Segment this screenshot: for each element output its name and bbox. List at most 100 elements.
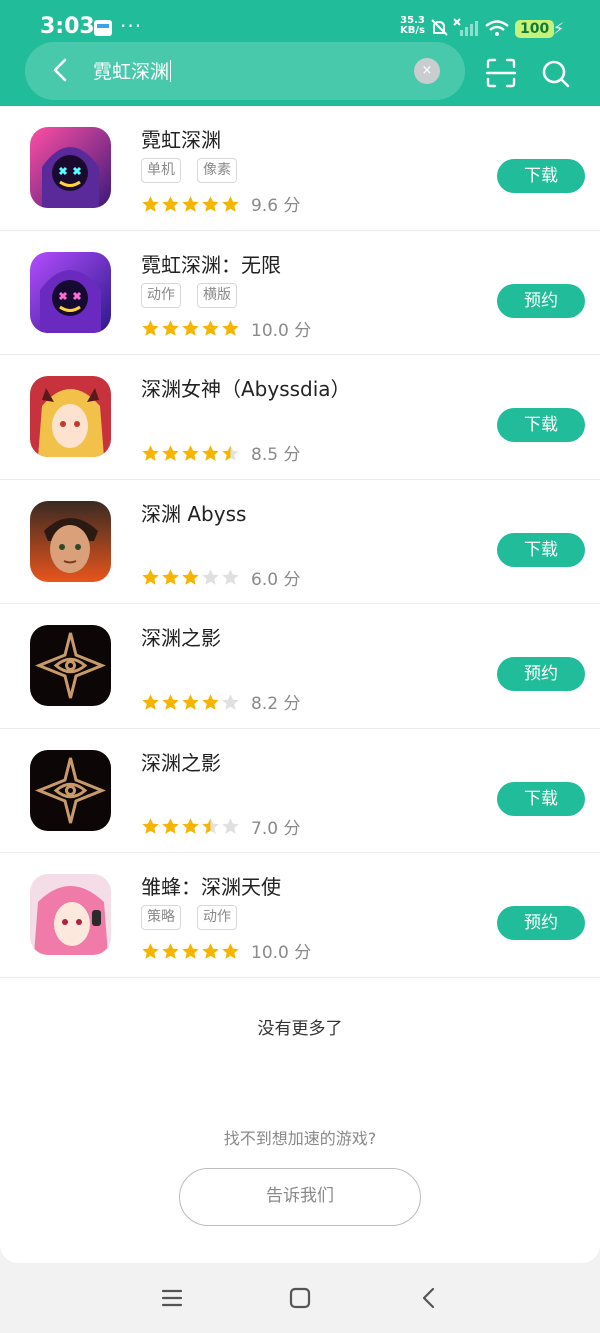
status-time: 3:03 xyxy=(40,14,95,39)
star-full-icon xyxy=(182,444,199,461)
clear-search-button[interactable]: × xyxy=(414,58,440,84)
list-item[interactable]: 深渊女神（Abyssdia） 8.5 分 下载 xyxy=(0,355,600,480)
message-icon xyxy=(94,20,112,36)
game-score: 8.2 分 xyxy=(251,694,301,714)
status-more-icon: ··· xyxy=(120,14,143,38)
game-rating: 10.0 分 xyxy=(141,316,311,341)
download-button[interactable]: 下载 xyxy=(497,532,585,567)
abyss-icon xyxy=(30,500,111,582)
game-score: 8.5 分 xyxy=(251,445,301,465)
star-rating xyxy=(141,816,241,836)
search-query: 霓虹深渊 xyxy=(93,61,170,83)
game-tag: 单机 xyxy=(141,158,181,183)
tell-us-button[interactable]: 告诉我们 xyxy=(179,1168,421,1226)
game-score: 7.0 分 xyxy=(251,818,301,839)
star-full-icon xyxy=(142,444,159,461)
reserve-button[interactable]: 预约 xyxy=(497,906,585,940)
abyss-shadow-icon xyxy=(30,749,111,831)
star-full-icon xyxy=(162,444,179,461)
star-full-icon xyxy=(182,320,199,336)
star-full-icon xyxy=(182,942,199,959)
no-more-text: 没有更多了 xyxy=(257,1019,343,1039)
list-item[interactable]: 深渊 Abyss 6.0 分 下载 xyxy=(0,480,600,604)
back-arrow-icon[interactable] xyxy=(45,54,77,86)
scan-icon[interactable] xyxy=(486,58,516,88)
mute-bell-icon xyxy=(431,19,448,36)
star-full-icon xyxy=(222,195,239,212)
download-button[interactable]: 下载 xyxy=(497,159,585,193)
reserve-button[interactable]: 预约 xyxy=(497,283,585,318)
star-full-icon xyxy=(162,693,179,710)
star-half-icon xyxy=(222,444,239,461)
star-full-icon xyxy=(222,942,239,959)
game-tags: 动作 横版 xyxy=(141,282,253,308)
game-tags: 策略 动作 xyxy=(141,905,253,930)
star-full-icon xyxy=(202,693,219,710)
download-button[interactable]: 下载 xyxy=(497,408,585,442)
search-input[interactable]: 霓虹深渊 xyxy=(93,57,172,84)
home-icon[interactable] xyxy=(289,1287,311,1309)
star-full-icon xyxy=(182,693,199,710)
game-rating: 7.0 分 xyxy=(141,814,300,839)
game-title: 雏蜂：深渊天使 xyxy=(141,875,281,899)
game-title: 霓虹深渊 xyxy=(141,128,221,152)
list-item[interactable]: 深渊之影 7.0 分 下载 xyxy=(0,729,600,853)
star-full-icon xyxy=(182,569,199,585)
game-tag: 策略 xyxy=(141,905,181,930)
list-item[interactable]: 深渊之影 8.2 分 预约 xyxy=(0,604,600,729)
abyssdia-icon xyxy=(30,376,111,457)
network-speed-unit: KB/s xyxy=(400,25,425,36)
star-full-icon xyxy=(142,942,159,959)
star-full-icon xyxy=(202,320,219,336)
star-full-icon xyxy=(222,320,239,336)
reserve-button[interactable]: 预约 xyxy=(497,657,585,691)
game-score: 10.0 分 xyxy=(251,320,312,341)
search-icon[interactable] xyxy=(540,58,572,90)
star-rating xyxy=(141,941,241,961)
star-full-icon xyxy=(142,320,159,336)
star-full-icon xyxy=(142,818,159,834)
game-rating: 9.6 分 xyxy=(141,191,300,216)
game-title: 深渊女神（Abyssdia） xyxy=(141,377,351,401)
not-found-text: 找不到想加速的游戏? xyxy=(223,1129,377,1148)
star-full-icon xyxy=(162,569,179,585)
download-button[interactable]: 下载 xyxy=(497,781,585,816)
game-tags: 单机 像素 xyxy=(141,158,253,183)
star-full-icon xyxy=(162,942,179,959)
game-tag: 动作 xyxy=(141,282,181,308)
star-full-icon xyxy=(202,942,219,959)
game-rating: 6.0 分 xyxy=(141,565,300,590)
menu-icon[interactable] xyxy=(161,1287,183,1309)
game-title: 深渊 Abyss xyxy=(141,501,247,526)
search-bar[interactable]: 霓虹深渊 × xyxy=(25,42,465,100)
app-header: 3:03 ··· 35.3 KB/s 100 ⚡ 霓虹深渊 × xyxy=(0,0,600,106)
signal-icon xyxy=(453,18,478,36)
star-rating xyxy=(141,567,241,587)
game-rating: 8.2 分 xyxy=(141,689,300,714)
text-cursor xyxy=(170,60,172,82)
status-bar: 3:03 ··· 35.3 KB/s 100 ⚡ xyxy=(0,0,600,44)
star-full-icon xyxy=(162,818,179,834)
game-tag: 像素 xyxy=(197,158,237,183)
neon-abyss-icon xyxy=(30,127,111,208)
star-half-icon xyxy=(202,818,219,834)
star-full-icon xyxy=(162,320,179,336)
wifi-icon xyxy=(485,20,509,36)
game-list: 霓虹深渊 单机 像素 9.6 分 下载 霓虹深渊：无限 动作 横版 10.0 分… xyxy=(0,106,600,978)
game-score: 10.0 分 xyxy=(251,943,312,963)
game-rating: 10.0 分 xyxy=(141,938,311,963)
game-tag: 动作 xyxy=(197,905,237,930)
back-icon[interactable] xyxy=(418,1286,440,1310)
search-results: 霓虹深渊 单机 像素 9.6 分 下载 霓虹深渊：无限 动作 横版 10.0 分… xyxy=(0,106,600,1263)
star-empty-icon xyxy=(222,569,239,585)
star-full-icon xyxy=(162,195,179,212)
star-full-icon xyxy=(182,195,199,212)
status-icons xyxy=(431,18,509,36)
list-item[interactable]: 霓虹深渊：无限 动作 横版 10.0 分 预约 xyxy=(0,231,600,355)
star-full-icon xyxy=(142,569,159,585)
list-item[interactable]: 霓虹深渊 单机 像素 9.6 分 下载 xyxy=(0,106,600,231)
game-score: 9.6 分 xyxy=(251,196,301,216)
list-item[interactable]: 雏蜂：深渊天使 策略 动作 10.0 分 预约 xyxy=(0,853,600,978)
game-score: 6.0 分 xyxy=(251,569,301,590)
brynhildr-icon xyxy=(30,874,111,955)
